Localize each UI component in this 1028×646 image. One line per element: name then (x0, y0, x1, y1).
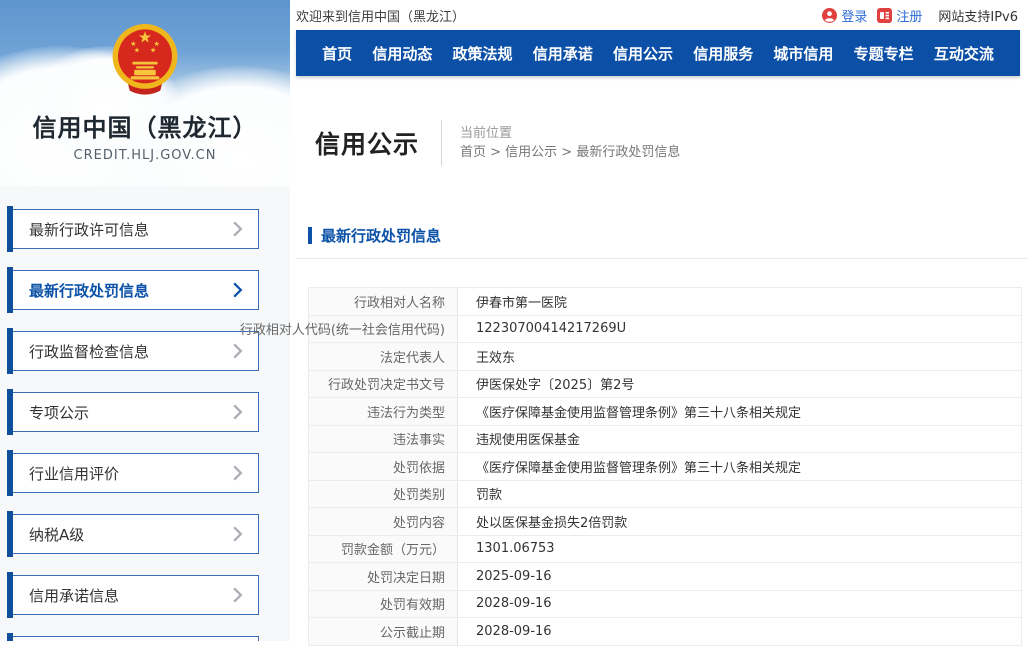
table-row: 违法事实 违规使用医保基金 (309, 426, 1021, 454)
section-accent-bar (308, 227, 312, 244)
table-row: 罚款金额（万元） 1301.06753 (309, 536, 1021, 564)
content-section-header: 最新行政处罚信息 (308, 225, 1028, 246)
nav-item[interactable]: 政策法规 (453, 43, 513, 64)
nav-item[interactable]: 信用动态 (372, 43, 432, 64)
chevron-right-icon (232, 404, 243, 420)
table-row-value: 王效东 (458, 343, 1021, 370)
site-title: 信用中国（黑龙江） (0, 108, 290, 143)
table-row-value: 12230700414217269U (458, 316, 1021, 343)
table-row-value: 处以医保基金损失2倍罚款 (458, 508, 1021, 535)
chevron-right-icon (232, 587, 243, 603)
topbar: 欢迎来到信用中国（黑龙江） 登录 注册 网 (290, 0, 1028, 30)
page-title: 信用公示 (315, 125, 419, 161)
nav-item[interactable]: 互动交流 (934, 43, 994, 64)
breadcrumb: 当前位置 首页 > 信用公示 > 最新行政处罚信息 (460, 124, 680, 162)
table-row-value: 罚款 (458, 481, 1021, 508)
table-row-value: 伊春市第一医院 (458, 288, 1021, 315)
table-row-value: 《医疗保障基金使用监督管理条例》第三十八条相关规定 (458, 453, 1021, 480)
login-link[interactable]: 登录 (822, 6, 867, 25)
table-row-label: 行政相对人代码(统一社会信用代码) (309, 316, 458, 343)
table-row: 处罚依据 《医疗保障基金使用监督管理条例》第三十八条相关规定 (309, 453, 1021, 481)
table-row-value: 《医疗保障基金使用监督管理条例》第三十八条相关规定 (458, 398, 1021, 425)
login-user-icon (822, 8, 837, 23)
site-banner: 信用中国（黑龙江） CREDIT.HLJ.GOV.CN (0, 0, 290, 186)
sidebar-menu-item[interactable]: 信用承诺信息 (12, 575, 259, 615)
table-row-label: 处罚依据 (309, 453, 458, 480)
table-row-value: 2028-09-16 (458, 591, 1021, 618)
sidebar-menu-item[interactable]: 纳税A级 (12, 514, 259, 554)
chevron-right-icon (232, 526, 243, 542)
table-row-label: 处罚内容 (309, 508, 458, 535)
chevron-right-icon (232, 343, 243, 359)
main-area: 欢迎来到信用中国（黑龙江） 登录 注册 网 (290, 0, 1028, 641)
table-row: 违法行为类型 《医疗保障基金使用监督管理条例》第三十八条相关规定 (309, 398, 1021, 426)
sidebar-menu-item[interactable] (12, 636, 259, 641)
breadcrumb-path[interactable]: 首页 > 信用公示 > 最新行政处罚信息 (460, 143, 680, 162)
register-link[interactable]: 注册 (877, 6, 922, 25)
register-id-icon (877, 8, 892, 23)
sidebar-menu-item-label: 信用承诺信息 (29, 585, 119, 606)
sidebar-menu: 最新行政许可信息 最新行政处罚信息 行政监督检查信息 专项公示 (0, 209, 290, 641)
chevron-right-icon (232, 465, 243, 481)
nav-item[interactable]: 信用承诺 (533, 43, 593, 64)
table-row: 处罚内容 处以医保基金损失2倍罚款 (309, 508, 1021, 536)
national-emblem-icon (109, 22, 181, 98)
header-divider (441, 120, 442, 166)
table-row: 行政处罚决定书文号 伊医保处字〔2025〕第2号 (309, 371, 1021, 399)
table-row: 公示截止期 2028-09-16 (309, 618, 1021, 646)
sidebar-menu-item-label: 行政监督检查信息 (29, 341, 149, 362)
sidebar-menu-item[interactable]: 最新行政处罚信息 (12, 270, 259, 310)
table-row-label: 行政处罚决定书文号 (309, 371, 458, 398)
table-row: 行政相对人代码(统一社会信用代码) 12230700414217269U (309, 316, 1021, 344)
table-row-value: 2025-09-16 (458, 563, 1021, 590)
nav-item[interactable]: 首页 (322, 43, 352, 64)
sidebar-menu-item[interactable]: 最新行政许可信息 (12, 209, 259, 249)
breadcrumb-label: 当前位置 (460, 124, 680, 143)
table-row-label: 处罚有效期 (309, 591, 458, 618)
sidebar-menu-item[interactable]: 行业信用评价 (12, 453, 259, 493)
ipv6-support-text: 网站支持IPv6 (938, 6, 1018, 25)
sidebar-menu-item-label: 最新行政许可信息 (29, 219, 149, 240)
table-row-label: 违法事实 (309, 426, 458, 453)
table-row: 处罚有效期 2028-09-16 (309, 591, 1021, 619)
nav-item[interactable]: 信用公示 (613, 43, 673, 64)
nav-item[interactable]: 信用服务 (693, 43, 753, 64)
sidebar-menu-item[interactable]: 行政监督检查信息 (12, 331, 259, 371)
nav-item[interactable]: 专题专栏 (854, 43, 914, 64)
content-title: 最新行政处罚信息 (321, 225, 441, 246)
chevron-right-icon (232, 282, 243, 298)
penalty-detail-table: 行政相对人名称 伊春市第一医院 行政相对人代码(统一社会信用代码) 122307… (308, 287, 1022, 646)
chevron-right-icon (232, 221, 243, 237)
table-row: 行政相对人名称 伊春市第一医院 (309, 288, 1021, 316)
nav-item[interactable]: 城市信用 (773, 43, 833, 64)
sidebar-menu-item-label: 行业信用评价 (29, 463, 119, 484)
table-row-label: 行政相对人名称 (309, 288, 458, 315)
table-row-label: 法定代表人 (309, 343, 458, 370)
table-row: 法定代表人 王效东 (309, 343, 1021, 371)
welcome-text: 欢迎来到信用中国（黑龙江） (296, 6, 465, 25)
sidebar-menu-item-label: 最新行政处罚信息 (29, 280, 149, 301)
section-divider (296, 258, 1028, 259)
table-row: 处罚决定日期 2025-09-16 (309, 563, 1021, 591)
table-row-label: 处罚决定日期 (309, 563, 458, 590)
main-navigation: 首页 信用动态 政策法规 信用承诺 信用公示 信用服务 城市信用 专题专栏 互动… (296, 30, 1020, 76)
table-row-label: 处罚类别 (309, 481, 458, 508)
site-url: CREDIT.HLJ.GOV.CN (0, 148, 290, 163)
table-row-value: 违规使用医保基金 (458, 426, 1021, 453)
table-row: 处罚类别 罚款 (309, 481, 1021, 509)
table-row-value: 1301.06753 (458, 536, 1021, 563)
sidebar-menu-item[interactable]: 专项公示 (12, 392, 259, 432)
table-row-label: 违法行为类型 (309, 398, 458, 425)
table-row-label: 罚款金额（万元） (309, 536, 458, 563)
table-row-value: 伊医保处字〔2025〕第2号 (458, 371, 1021, 398)
sidebar-menu-item-label: 专项公示 (29, 402, 89, 423)
sidebar-menu-item-label: 纳税A级 (29, 524, 84, 545)
page-header: 信用公示 当前位置 首页 > 信用公示 > 最新行政处罚信息 (290, 76, 1028, 166)
